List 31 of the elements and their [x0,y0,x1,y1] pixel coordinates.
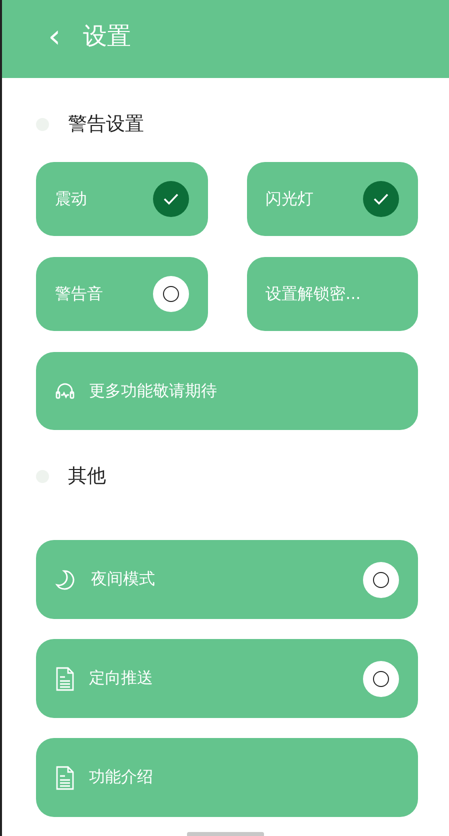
document-icon [55,766,75,790]
setting-label: 设置解锁密... [266,284,362,304]
setting-card[interactable]: 闪光灯 [246,162,418,236]
setting-label: 定向推送 [89,668,154,689]
section-title: 警告设置 [68,112,144,137]
headphones-icon [55,382,75,400]
setting-label: 震动 [55,188,88,210]
setting-label: 功能介绍 [89,767,154,788]
radio-button[interactable] [373,670,389,686]
setting-label: 更多功能敬请期待 [89,380,218,402]
setting-card[interactable]: 定向推送 [36,639,418,718]
radio-button[interactable] [162,286,178,302]
check-icon [162,193,178,205]
setting-label: 警告音 [55,284,104,304]
page-title: 设置 [82,21,131,52]
back-button[interactable]: ‹ [48,20,61,52]
setting-label: 夜间模式 [91,569,156,590]
document-icon [55,666,75,690]
radio-button[interactable] [373,572,389,588]
setting-card[interactable]: 设置解锁密... [246,257,418,331]
setting-card[interactable]: 警告音 [36,257,208,331]
setting-card[interactable]: 震动 [36,162,208,236]
check-icon [373,193,389,205]
checked-toggle[interactable] [152,181,188,217]
setting-card[interactable]: 夜间模式 [36,540,418,619]
setting-label: 闪光灯 [266,188,314,210]
section-title: 其他 [68,464,106,489]
checked-toggle[interactable] [363,181,399,217]
setting-card[interactable]: 更多功能敬请期待 [36,352,418,430]
setting-card[interactable]: 功能介绍 [36,738,418,817]
moon-icon [55,568,77,590]
